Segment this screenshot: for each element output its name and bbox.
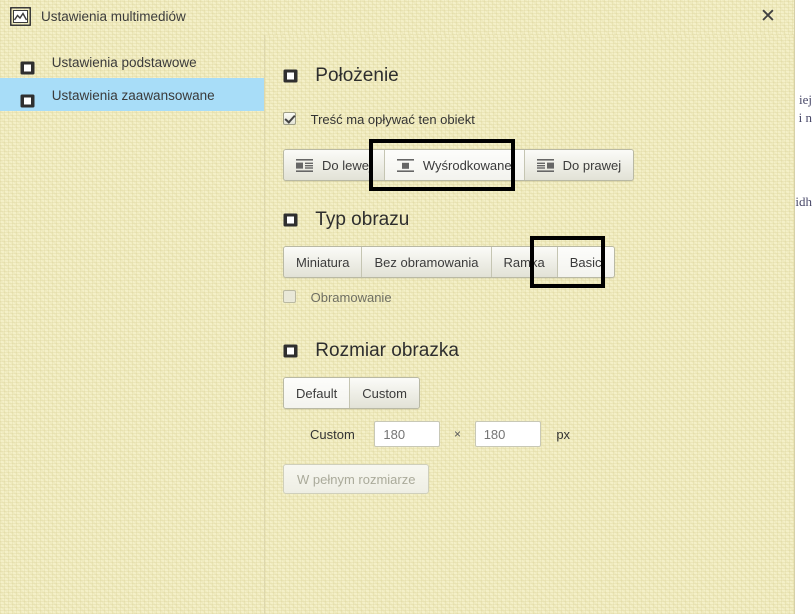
full-size-label: W pełnym rozmiarze bbox=[297, 471, 416, 487]
dialog-body: Ustawienia podstawowe Ustawienia zaawans… bbox=[0, 35, 794, 614]
custom-height-input[interactable] bbox=[474, 421, 541, 447]
align-center-button[interactable]: Wyśrodkowane bbox=[384, 150, 525, 180]
section-title: Typ obrazu bbox=[315, 209, 410, 230]
image-type-basic-label: Basic bbox=[569, 254, 602, 270]
square-icon bbox=[283, 211, 298, 227]
full-size-button[interactable]: W pełnym rozmiarze bbox=[283, 464, 430, 494]
media-settings-dialog: Ustawienia multimediów ✕ Ustawienia pods… bbox=[0, 0, 795, 614]
background-text-line-1: iej bbox=[799, 92, 812, 107]
square-icon bbox=[283, 67, 298, 83]
image-type-frame-label: Ramka bbox=[503, 254, 545, 270]
size-mode-default-button[interactable]: Default bbox=[284, 378, 351, 408]
image-type-basic-button[interactable]: Basic bbox=[557, 247, 614, 277]
square-icon bbox=[283, 342, 298, 358]
section-heading-image-type: Typ obrazu bbox=[283, 209, 409, 231]
settings-content: Położenie Treść ma opływać ten obiekt Do… bbox=[265, 35, 794, 614]
custom-width-input[interactable] bbox=[374, 421, 441, 447]
border-checkbox[interactable] bbox=[283, 290, 296, 304]
sidebar-item-advanced-settings[interactable]: Ustawienia zaawansowane bbox=[0, 78, 264, 111]
align-left-label: Do lewej bbox=[322, 157, 372, 173]
wrap-content-checkbox-row[interactable]: Treść ma opływać ten obiekt bbox=[283, 111, 475, 127]
wrap-content-checkbox[interactable] bbox=[283, 112, 296, 126]
image-type-borderless-button[interactable]: Bez obramowania bbox=[362, 247, 492, 277]
image-type-thumbnail-label: Miniatura bbox=[296, 254, 350, 270]
custom-size-row: Custom × px bbox=[310, 421, 570, 447]
align-center-label: Wyśrodkowane bbox=[422, 157, 512, 173]
section-heading-image-size: Rozmiar obrazka bbox=[283, 340, 459, 362]
square-icon bbox=[20, 54, 35, 75]
section-title: Położenie bbox=[315, 65, 399, 86]
dialog-sidebar: Ustawienia podstawowe Ustawienia zaawans… bbox=[0, 35, 265, 614]
wrap-content-label: Treść ma opływać ten obiekt bbox=[310, 112, 475, 128]
sidebar-item-basic-settings[interactable]: Ustawienia podstawowe bbox=[0, 45, 264, 78]
screen: iej i n idh Ustawienia multimediów ✕ Ust… bbox=[0, 0, 812, 614]
align-left-button[interactable]: Do lewej bbox=[284, 150, 385, 180]
align-center-icon bbox=[396, 158, 414, 172]
size-mode-default-label: Default bbox=[296, 385, 338, 401]
size-mode-custom-label: Custom bbox=[362, 385, 407, 401]
square-icon bbox=[20, 87, 35, 108]
custom-size-label: Custom bbox=[310, 426, 355, 442]
sidebar-item-label: Ustawienia podstawowe bbox=[51, 54, 197, 70]
section-heading-position: Położenie bbox=[283, 65, 399, 87]
size-unit-label: px bbox=[556, 426, 571, 442]
sidebar-item-label: Ustawienia zaawansowane bbox=[51, 87, 215, 103]
align-right-button[interactable]: Do prawej bbox=[524, 150, 634, 180]
size-mode-button-group[interactable]: Default Custom bbox=[283, 377, 420, 409]
image-type-frame-button[interactable]: Ramka bbox=[491, 247, 558, 277]
align-left-icon bbox=[296, 158, 313, 172]
section-title: Rozmiar obrazka bbox=[315, 340, 459, 361]
dialog-titlebar: Ustawienia multimediów ✕ bbox=[0, 0, 794, 35]
size-separator: × bbox=[454, 427, 462, 441]
image-type-button-group[interactable]: Miniatura Bez obramowania Ramka Basic bbox=[283, 246, 615, 278]
dialog-title: Ustawienia multimediów bbox=[41, 9, 186, 24]
size-mode-custom-button[interactable]: Custom bbox=[350, 378, 419, 408]
align-right-icon bbox=[536, 158, 554, 172]
image-type-thumbnail-button[interactable]: Miniatura bbox=[284, 247, 363, 277]
close-icon[interactable]: ✕ bbox=[757, 6, 779, 28]
border-checkbox-row[interactable]: Obramowanie bbox=[283, 289, 392, 305]
image-icon bbox=[9, 6, 32, 27]
image-type-borderless-label: Bez obramowania bbox=[374, 254, 479, 270]
align-right-label: Do prawej bbox=[562, 157, 622, 173]
background-text-line-3: idh bbox=[795, 194, 812, 209]
alignment-button-group[interactable]: Do lewej Wyśrodkowane Do prawej bbox=[283, 149, 635, 181]
border-label: Obramowanie bbox=[310, 290, 392, 306]
background-text-line-2: i n bbox=[798, 110, 812, 125]
